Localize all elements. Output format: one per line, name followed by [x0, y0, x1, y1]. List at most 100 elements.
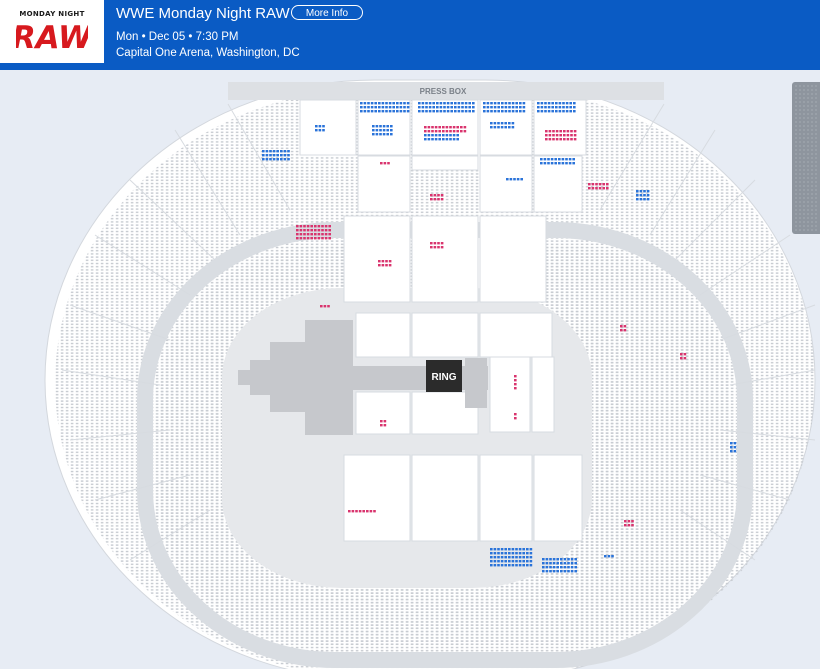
available-seat[interactable]	[506, 178, 509, 181]
available-seat[interactable]	[511, 564, 515, 567]
available-seat[interactable]	[514, 387, 517, 390]
available-seat[interactable]	[504, 110, 508, 113]
available-seat[interactable]	[565, 110, 569, 113]
available-seat[interactable]	[367, 102, 370, 105]
available-seat[interactable]	[440, 246, 444, 249]
floor-section-3[interactable]	[479, 312, 553, 358]
available-seat[interactable]	[522, 548, 525, 551]
available-seat[interactable]	[627, 520, 631, 523]
available-seat[interactable]	[283, 158, 287, 161]
available-seat[interactable]	[315, 125, 318, 128]
available-seat[interactable]	[544, 102, 547, 105]
available-seat[interactable]	[430, 246, 433, 249]
available-seat[interactable]	[508, 126, 511, 129]
available-seat[interactable]	[526, 548, 529, 551]
available-seat[interactable]	[381, 264, 385, 267]
available-seat[interactable]	[421, 106, 425, 109]
available-seat[interactable]	[490, 106, 493, 109]
available-seat[interactable]	[439, 102, 443, 105]
available-seat[interactable]	[733, 446, 737, 449]
available-seat[interactable]	[526, 560, 529, 563]
available-seat[interactable]	[555, 138, 559, 141]
available-seat[interactable]	[381, 110, 385, 113]
available-seat[interactable]	[303, 237, 306, 240]
available-seat[interactable]	[556, 570, 559, 573]
available-seat[interactable]	[432, 110, 435, 113]
available-seat[interactable]	[399, 102, 403, 105]
available-seat[interactable]	[306, 233, 310, 236]
available-seat[interactable]	[493, 122, 497, 125]
available-seat[interactable]	[623, 329, 627, 332]
available-seat[interactable]	[563, 138, 566, 141]
available-seat[interactable]	[542, 558, 545, 561]
available-seat[interactable]	[433, 198, 437, 201]
available-seat[interactable]	[554, 162, 557, 165]
available-seat[interactable]	[540, 158, 543, 161]
available-seat[interactable]	[493, 106, 497, 109]
available-seat[interactable]	[454, 110, 457, 113]
available-seat[interactable]	[643, 190, 646, 193]
available-seat[interactable]	[440, 194, 444, 197]
available-seat[interactable]	[299, 225, 303, 228]
available-seat[interactable]	[511, 556, 515, 559]
available-seat[interactable]	[550, 158, 554, 161]
available-seat[interactable]	[562, 110, 565, 113]
available-seat[interactable]	[315, 129, 318, 132]
available-seat[interactable]	[500, 564, 504, 567]
available-seat[interactable]	[683, 357, 687, 360]
available-seat[interactable]	[515, 106, 518, 109]
available-seat[interactable]	[493, 556, 497, 559]
available-seat[interactable]	[463, 126, 467, 129]
available-seat[interactable]	[591, 187, 595, 190]
available-seat[interactable]	[558, 102, 562, 105]
available-seat[interactable]	[321, 229, 324, 232]
available-seat[interactable]	[381, 260, 385, 263]
available-seat[interactable]	[552, 138, 555, 141]
available-seat[interactable]	[460, 126, 463, 129]
available-seat[interactable]	[500, 552, 504, 555]
available-seat[interactable]	[559, 138, 562, 141]
available-seat[interactable]	[265, 150, 269, 153]
available-seat[interactable]	[560, 570, 563, 573]
available-seat[interactable]	[406, 106, 410, 109]
available-seat[interactable]	[425, 102, 428, 105]
available-seat[interactable]	[424, 126, 427, 129]
available-seat[interactable]	[548, 130, 552, 133]
available-seat[interactable]	[574, 558, 577, 561]
available-seat[interactable]	[262, 158, 265, 161]
available-seat[interactable]	[287, 154, 290, 157]
available-seat[interactable]	[570, 130, 573, 133]
available-seat[interactable]	[631, 524, 634, 527]
floor-section-2[interactable]	[411, 312, 479, 358]
available-seat[interactable]	[296, 237, 299, 240]
section-mid-2[interactable]	[411, 155, 479, 171]
available-seat[interactable]	[390, 125, 393, 128]
available-seat[interactable]	[442, 138, 445, 141]
available-seat[interactable]	[544, 110, 547, 113]
available-seat[interactable]	[497, 556, 500, 559]
available-seat[interactable]	[403, 106, 406, 109]
available-seat[interactable]	[680, 353, 683, 356]
available-seat[interactable]	[306, 229, 310, 232]
available-seat[interactable]	[303, 233, 306, 236]
available-seat[interactable]	[490, 122, 493, 125]
available-seat[interactable]	[372, 129, 375, 132]
available-seat[interactable]	[269, 154, 272, 157]
available-seat[interactable]	[504, 548, 507, 551]
available-seat[interactable]	[472, 102, 475, 105]
available-seat[interactable]	[573, 110, 576, 113]
available-seat[interactable]	[457, 106, 461, 109]
available-seat[interactable]	[443, 110, 446, 113]
available-seat[interactable]	[317, 229, 321, 232]
available-seat[interactable]	[452, 130, 456, 133]
available-seat[interactable]	[490, 556, 493, 559]
available-seat[interactable]	[508, 548, 511, 551]
available-seat[interactable]	[624, 520, 627, 523]
available-seat[interactable]	[378, 102, 381, 105]
available-seat[interactable]	[388, 102, 392, 105]
available-seat[interactable]	[280, 154, 283, 157]
available-seat[interactable]	[537, 106, 540, 109]
available-seat[interactable]	[383, 420, 387, 423]
available-seat[interactable]	[378, 260, 381, 263]
available-seat[interactable]	[543, 158, 547, 161]
